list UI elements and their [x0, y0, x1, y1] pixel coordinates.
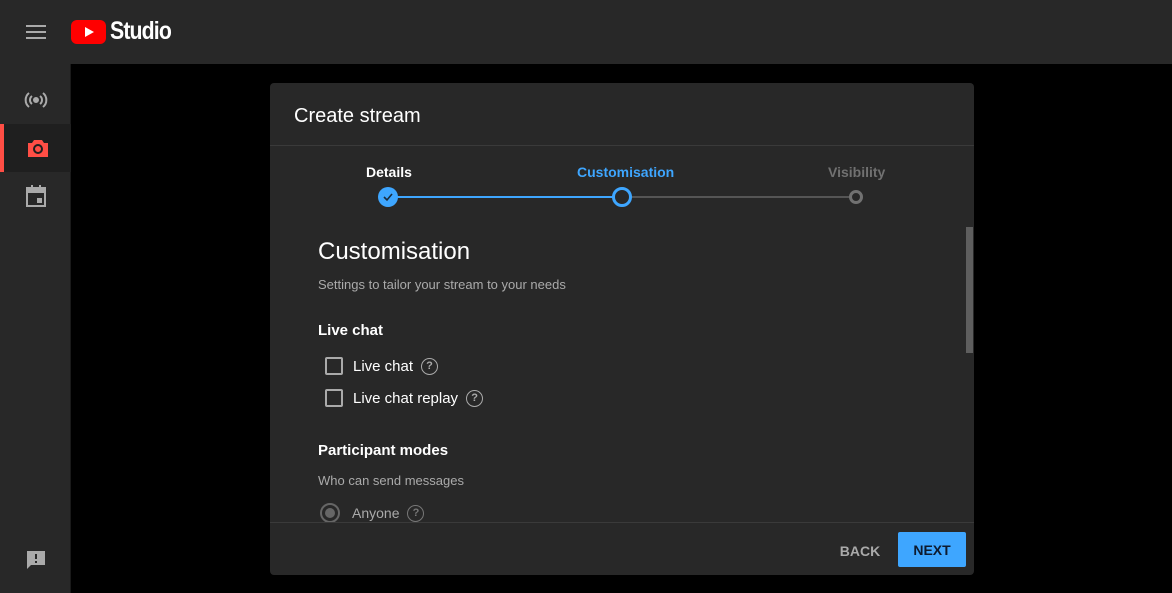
sidebar — [0, 64, 71, 593]
progress-line-pending — [622, 196, 856, 198]
live-chat-replay-checkbox[interactable]: Live chat replay? — [325, 389, 484, 407]
camera-icon — [27, 140, 48, 157]
radio-button[interactable] — [320, 503, 340, 523]
logo-text[interactable]: Studio — [110, 17, 172, 46]
check-icon — [378, 187, 398, 207]
step-customisation[interactable]: Customisation — [577, 164, 674, 180]
youtube-logo-icon[interactable] — [71, 20, 106, 44]
menu-icon[interactable] — [26, 25, 46, 39]
sidebar-item-feedback[interactable] — [0, 536, 71, 584]
step-details[interactable]: Details — [366, 164, 412, 180]
section-subheading: Settings to tailor your stream to your n… — [318, 277, 566, 292]
create-stream-dialog: Create stream Details Customisation Visi… — [270, 83, 974, 575]
step-visibility[interactable]: Visibility — [828, 164, 885, 180]
help-icon[interactable]: ? — [407, 504, 425, 522]
upcoming-step-dot — [849, 190, 863, 204]
checkbox-label: Live chat — [353, 357, 414, 375]
participant-modes-subtitle: Who can send messages — [318, 473, 464, 488]
anyone-radio[interactable]: Anyone? — [320, 503, 425, 523]
feedback-icon — [26, 551, 45, 569]
radio-label: Anyone — [352, 505, 400, 521]
help-icon[interactable]: ? — [466, 389, 484, 407]
current-step-dot — [612, 187, 632, 207]
participant-modes-title: Participant modes — [318, 442, 449, 459]
next-button[interactable]: NEXT — [898, 532, 966, 567]
help-icon[interactable]: ? — [421, 357, 439, 375]
dialog-footer: BACK NEXT — [270, 522, 974, 575]
scrollbar[interactable] — [966, 227, 973, 353]
checkbox-box[interactable] — [325, 357, 343, 375]
sidebar-item-webcam[interactable] — [0, 124, 71, 172]
checkbox-box[interactable] — [325, 389, 343, 407]
top-bar: Studio — [0, 0, 1172, 64]
live-chat-checkbox[interactable]: Live chat? — [325, 357, 439, 375]
dialog-title: Create stream — [270, 83, 974, 146]
section-heading: Customisation — [318, 238, 471, 265]
calendar-icon — [25, 185, 46, 207]
checkbox-label: Live chat replay — [353, 389, 459, 407]
sidebar-item-manage[interactable] — [0, 172, 71, 220]
live-broadcast-icon — [24, 92, 47, 108]
back-button[interactable]: BACK — [830, 533, 890, 569]
live-chat-title: Live chat — [318, 322, 384, 339]
sidebar-item-stream[interactable] — [0, 76, 71, 124]
progress-line-complete — [388, 196, 622, 198]
